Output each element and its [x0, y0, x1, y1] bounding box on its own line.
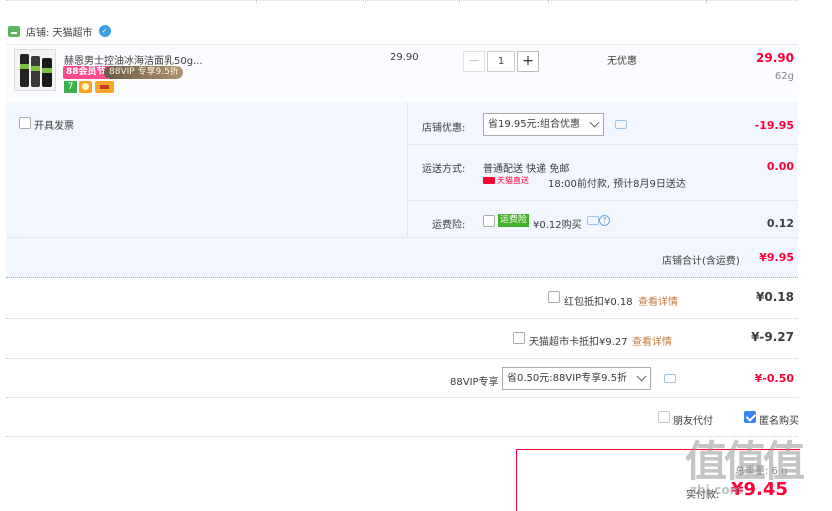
store-row: 店铺: 天猫超市 ✓ — [6, 20, 111, 42]
invoice-label[interactable]: 开具发票 — [34, 117, 74, 132]
top-divider — [6, 0, 798, 1]
red-packet-checkbox[interactable] — [548, 291, 560, 303]
service-badge-icon — [79, 81, 92, 93]
shop-coupon-label: 店铺优惠: — [422, 123, 466, 134]
88vip-tag: 88VIP 专享9.5折 — [104, 66, 183, 79]
vip-label: 88VIP专享 — [450, 377, 499, 388]
divider — [6, 318, 798, 319]
anonymous-label[interactable]: 匿名购买 — [759, 412, 799, 427]
invoice-checkbox[interactable] — [19, 117, 31, 129]
shop-coupon-select[interactable]: 省19.95元:组合优惠 — [483, 113, 604, 136]
seven-day-return-icon: 7 — [64, 81, 77, 93]
red-packet-amount: ¥0.18 — [756, 290, 794, 304]
store-icon — [8, 25, 20, 37]
quantity-decrease-button[interactable]: − — [463, 51, 485, 72]
vip-discount-select[interactable]: 省0.50元:88VIP专享9.5折 — [502, 367, 651, 390]
unit-price: 29.90 — [390, 52, 419, 63]
shipping-amount: 0.00 — [766, 160, 794, 173]
divider — [6, 397, 798, 398]
tmall-direct-tag: 天猫直送 — [483, 175, 529, 186]
message-icon[interactable] — [587, 216, 599, 225]
item-discount: 无优惠 — [607, 56, 637, 67]
watermark-domain: zhi.com — [690, 483, 743, 497]
quantity-increase-button[interactable]: + — [517, 51, 539, 72]
chevron-down-icon — [636, 371, 647, 382]
friend-pay-checkbox[interactable] — [658, 411, 670, 423]
divider — [6, 358, 798, 359]
shipping-label: 运送方式: — [422, 164, 466, 175]
insurance-price: ¥0.12购买 — [533, 220, 582, 231]
divider — [407, 144, 798, 145]
red-packet-label[interactable]: 红包抵扣¥0.18 — [564, 293, 633, 308]
item-weight: 62g — [774, 71, 794, 82]
shipping-eta: 18:00前付款, 预计8月9日送达 — [548, 179, 686, 190]
product-thumbnail[interactable] — [14, 49, 56, 91]
shop-coupon-value: 省19.95元:组合优惠 — [488, 119, 580, 130]
chat-icon[interactable]: ✓ — [98, 25, 111, 37]
market-card-details-link[interactable]: 查看详情 — [632, 333, 672, 348]
card-payment-icon — [95, 81, 114, 93]
item-subtotal: 29.90 — [756, 51, 794, 65]
market-card-amount: ¥-9.27 — [751, 330, 794, 344]
insurance-checkbox[interactable] — [483, 215, 495, 227]
message-icon[interactable] — [664, 374, 676, 383]
divider — [407, 200, 798, 201]
shop-total-amount: ¥9.95 — [759, 251, 794, 264]
market-card-checkbox[interactable] — [513, 332, 525, 344]
shop-total-label: 店铺合计(含运费) — [662, 256, 740, 267]
anonymous-checkbox[interactable] — [744, 411, 756, 423]
chevron-down-icon — [589, 117, 600, 128]
watermark-logo: 值值值 — [685, 437, 805, 486]
store-label[interactable]: 店铺: 天猫超市 — [26, 24, 93, 39]
vip-discount-value: 省0.50元:88VIP专享9.5折 — [507, 373, 628, 384]
insurance-amount: 0.12 — [766, 217, 794, 230]
friend-pay-label[interactable]: 朋友代付 — [673, 412, 713, 427]
tmall-cat-icon — [483, 177, 495, 184]
help-icon[interactable]: ? — [599, 215, 610, 226]
shipping-method: 普通配送 快递 免邮 — [483, 164, 570, 175]
88-member-tag: 88会员节 — [63, 66, 109, 79]
column-divider — [407, 102, 408, 237]
shop-coupon-amount: -19.95 — [754, 119, 794, 132]
market-card-label[interactable]: 天猫超市卡抵扣¥9.27 — [529, 333, 628, 348]
quantity-input[interactable]: 1 — [487, 51, 515, 72]
red-packet-details-link[interactable]: 查看详情 — [638, 293, 678, 308]
message-icon[interactable] — [615, 120, 627, 129]
divider — [6, 237, 798, 238]
divider — [6, 436, 798, 437]
product-title[interactable]: 赫恩男士控油冰海洁面乳50g... — [64, 52, 203, 67]
vip-discount-amount: ¥-0.50 — [754, 372, 794, 385]
insurance-badge: 运费险 — [498, 214, 530, 227]
insurance-label: 运费险: — [432, 220, 466, 231]
